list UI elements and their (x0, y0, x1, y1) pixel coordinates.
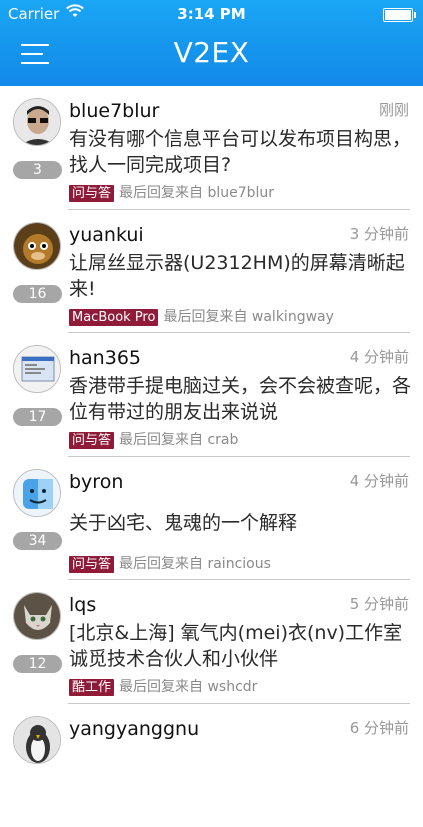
node-tag[interactable]: 问与答 (69, 556, 114, 573)
topic-title[interactable]: 让屌丝显示器(U2312HM)的屏幕清晰起来! (69, 250, 412, 302)
username[interactable]: yuankui (69, 224, 144, 246)
last-reply-user: raincious (207, 556, 270, 572)
topic-meta: MacBook Pro 最后回复来自 walkingway (69, 306, 334, 326)
last-reply-user: walkingway (252, 309, 334, 325)
battery-level (385, 10, 411, 20)
topic-title[interactable]: 香港带手提电脑过关，会不会被查呢，各位有带过的朋友出来说说 (69, 373, 412, 425)
topic-title[interactable]: 有没有哪个信息平台可以发布项目构思，找人一同完成项目? (69, 126, 412, 178)
reply-prefix: 最后回复来自 (119, 432, 203, 448)
timestamp: 刚刚 (379, 99, 409, 120)
timestamp: 4 分钟前 (350, 470, 409, 491)
last-reply-user: wshcdr (207, 679, 257, 695)
username[interactable]: byron (69, 471, 123, 493)
node-tag[interactable]: 问与答 (69, 432, 114, 449)
topic-row[interactable]: 12 lqs 5 分钟前 [北京&上海] 氧气内(mei)衣(nv)工作室 诚觅… (0, 580, 423, 704)
topic-row[interactable]: 17 han365 4 分钟前 香港带手提电脑过关，会不会被查呢，各位有带过的朋… (0, 333, 423, 457)
reply-prefix: 最后回复来自 (119, 556, 203, 572)
reply-prefix: 最后回复来自 (119, 679, 203, 695)
clock: 3:14 PM (0, 5, 423, 23)
reply-count-badge: 34 (13, 532, 62, 550)
timestamp: 3 分钟前 (350, 223, 409, 244)
node-tag[interactable]: 酷工作 (69, 679, 114, 696)
reply-count-badge: 17 (13, 408, 62, 426)
username[interactable]: blue7blur (69, 100, 159, 122)
username[interactable]: yangyanggnu (69, 718, 199, 740)
timestamp: 5 分钟前 (350, 593, 409, 614)
topic-row[interactable]: 34 byron 4 分钟前 关于凶宅、鬼魂的一个解释 问与答最后回复来自 ra… (0, 457, 423, 581)
avatar[interactable] (13, 592, 61, 640)
status-bar: Carrier 3:14 PM (0, 0, 423, 28)
last-reply-user: crab (207, 432, 238, 448)
reply-prefix: 最后回复来自 (163, 309, 247, 325)
node-tag[interactable]: MacBook Pro (69, 309, 158, 326)
reply-prefix: 最后回复来自 (119, 185, 203, 201)
battery-icon (383, 8, 413, 22)
reply-count-badge: 12 (13, 655, 62, 673)
topic-row[interactable]: 16 yuankui 3 分钟前 让屌丝显示器(U2312HM)的屏幕清晰起来!… (0, 210, 423, 334)
node-tag[interactable]: 问与答 (69, 185, 114, 202)
last-reply-user: blue7blur (207, 185, 274, 201)
avatar[interactable] (13, 222, 61, 270)
topic-meta: 问与答最后回复来自 raincious (69, 553, 271, 573)
timestamp: 4 分钟前 (350, 346, 409, 367)
avatar[interactable] (13, 469, 61, 517)
topic-meta: 问与答最后回复来自 crab (69, 429, 238, 449)
timestamp: 6 分钟前 (350, 717, 409, 738)
avatar[interactable] (13, 716, 61, 764)
topic-meta: 酷工作最后回复来自 wshcdr (69, 676, 257, 696)
avatar[interactable] (13, 345, 61, 393)
topic-list: 3 blue7blur 刚刚 有没有哪个信息平台可以发布项目构思，找人一同完成项… (0, 86, 423, 827)
nav-bar: Carrier 3:14 PM V2EX (0, 0, 423, 86)
reply-count-badge: 3 (13, 161, 62, 179)
topic-row[interactable]: yangyanggnu 6 分钟前 (0, 704, 423, 827)
topic-row[interactable]: 3 blue7blur 刚刚 有没有哪个信息平台可以发布项目构思，找人一同完成项… (0, 86, 423, 210)
avatar[interactable] (13, 98, 61, 146)
topic-title[interactable]: 关于凶宅、鬼魂的一个解释 (69, 510, 412, 536)
topic-title[interactable]: [北京&上海] 氧气内(mei)衣(nv)工作室 诚觅技术合伙人和小伙伴 (69, 620, 412, 672)
username[interactable]: lqs (69, 594, 96, 616)
username[interactable]: han365 (69, 347, 141, 369)
reply-count-badge: 16 (13, 285, 62, 303)
topic-meta: 问与答最后回复来自 blue7blur (69, 182, 274, 202)
page-title: V2EX (0, 36, 423, 69)
